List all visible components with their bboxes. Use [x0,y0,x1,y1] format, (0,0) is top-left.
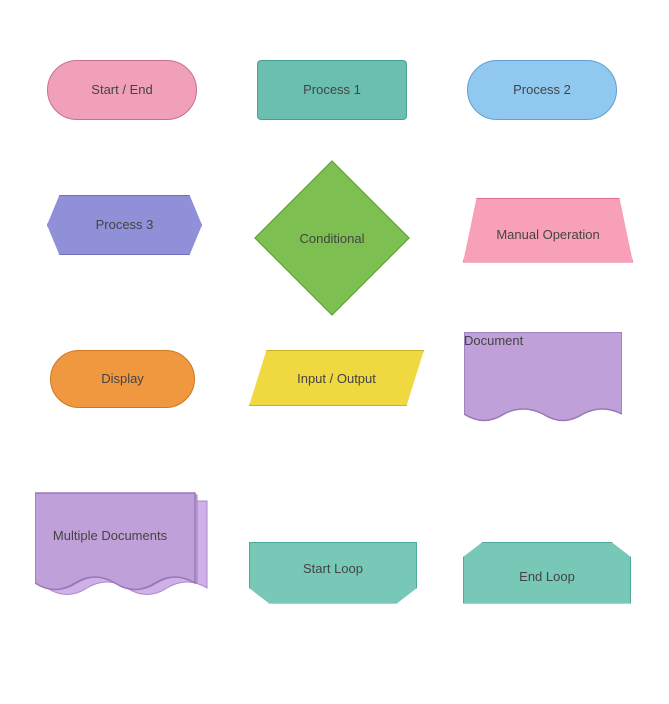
process2-shape[interactable]: Process 2 [467,60,617,120]
start-end-shape[interactable]: Start / End [47,60,197,120]
start-loop-shape[interactable]: Start Loop [249,540,417,605]
start-end-label: Start / End [91,82,152,99]
input-output-label: Input / Output [297,371,376,386]
multiple-documents-shape[interactable]: Multiple Documents [35,488,210,608]
multi-doc-svg: Multiple Documents [35,488,210,608]
end-loop-label: End Loop [519,569,575,584]
input-output-shape[interactable]: Input / Output [249,348,424,408]
end-loop-shape[interactable]: End Loop [463,540,631,605]
display-label: Display [101,371,144,388]
process1-label: Process 1 [303,82,361,99]
process3-label: Process 3 [96,217,154,234]
manual-op-label: Manual Operation [496,227,599,242]
conditional-label: Conditional [299,231,364,246]
document-shape[interactable]: Document [464,332,622,432]
process3-shape[interactable]: Process 3 [47,195,202,255]
start-loop-label: Start Loop [303,561,363,576]
document-label: Document [464,333,523,348]
canvas: Start / End Process 1 Process 2 Process … [0,0,669,704]
conditional-shape[interactable]: Conditional [262,168,402,308]
display-shape[interactable]: Display [50,350,195,408]
svg-text:Multiple Documents: Multiple Documents [53,528,168,543]
process2-label: Process 2 [513,82,571,99]
manual-operation-shape[interactable]: Manual Operation [463,195,633,265]
process1-shape[interactable]: Process 1 [257,60,407,120]
